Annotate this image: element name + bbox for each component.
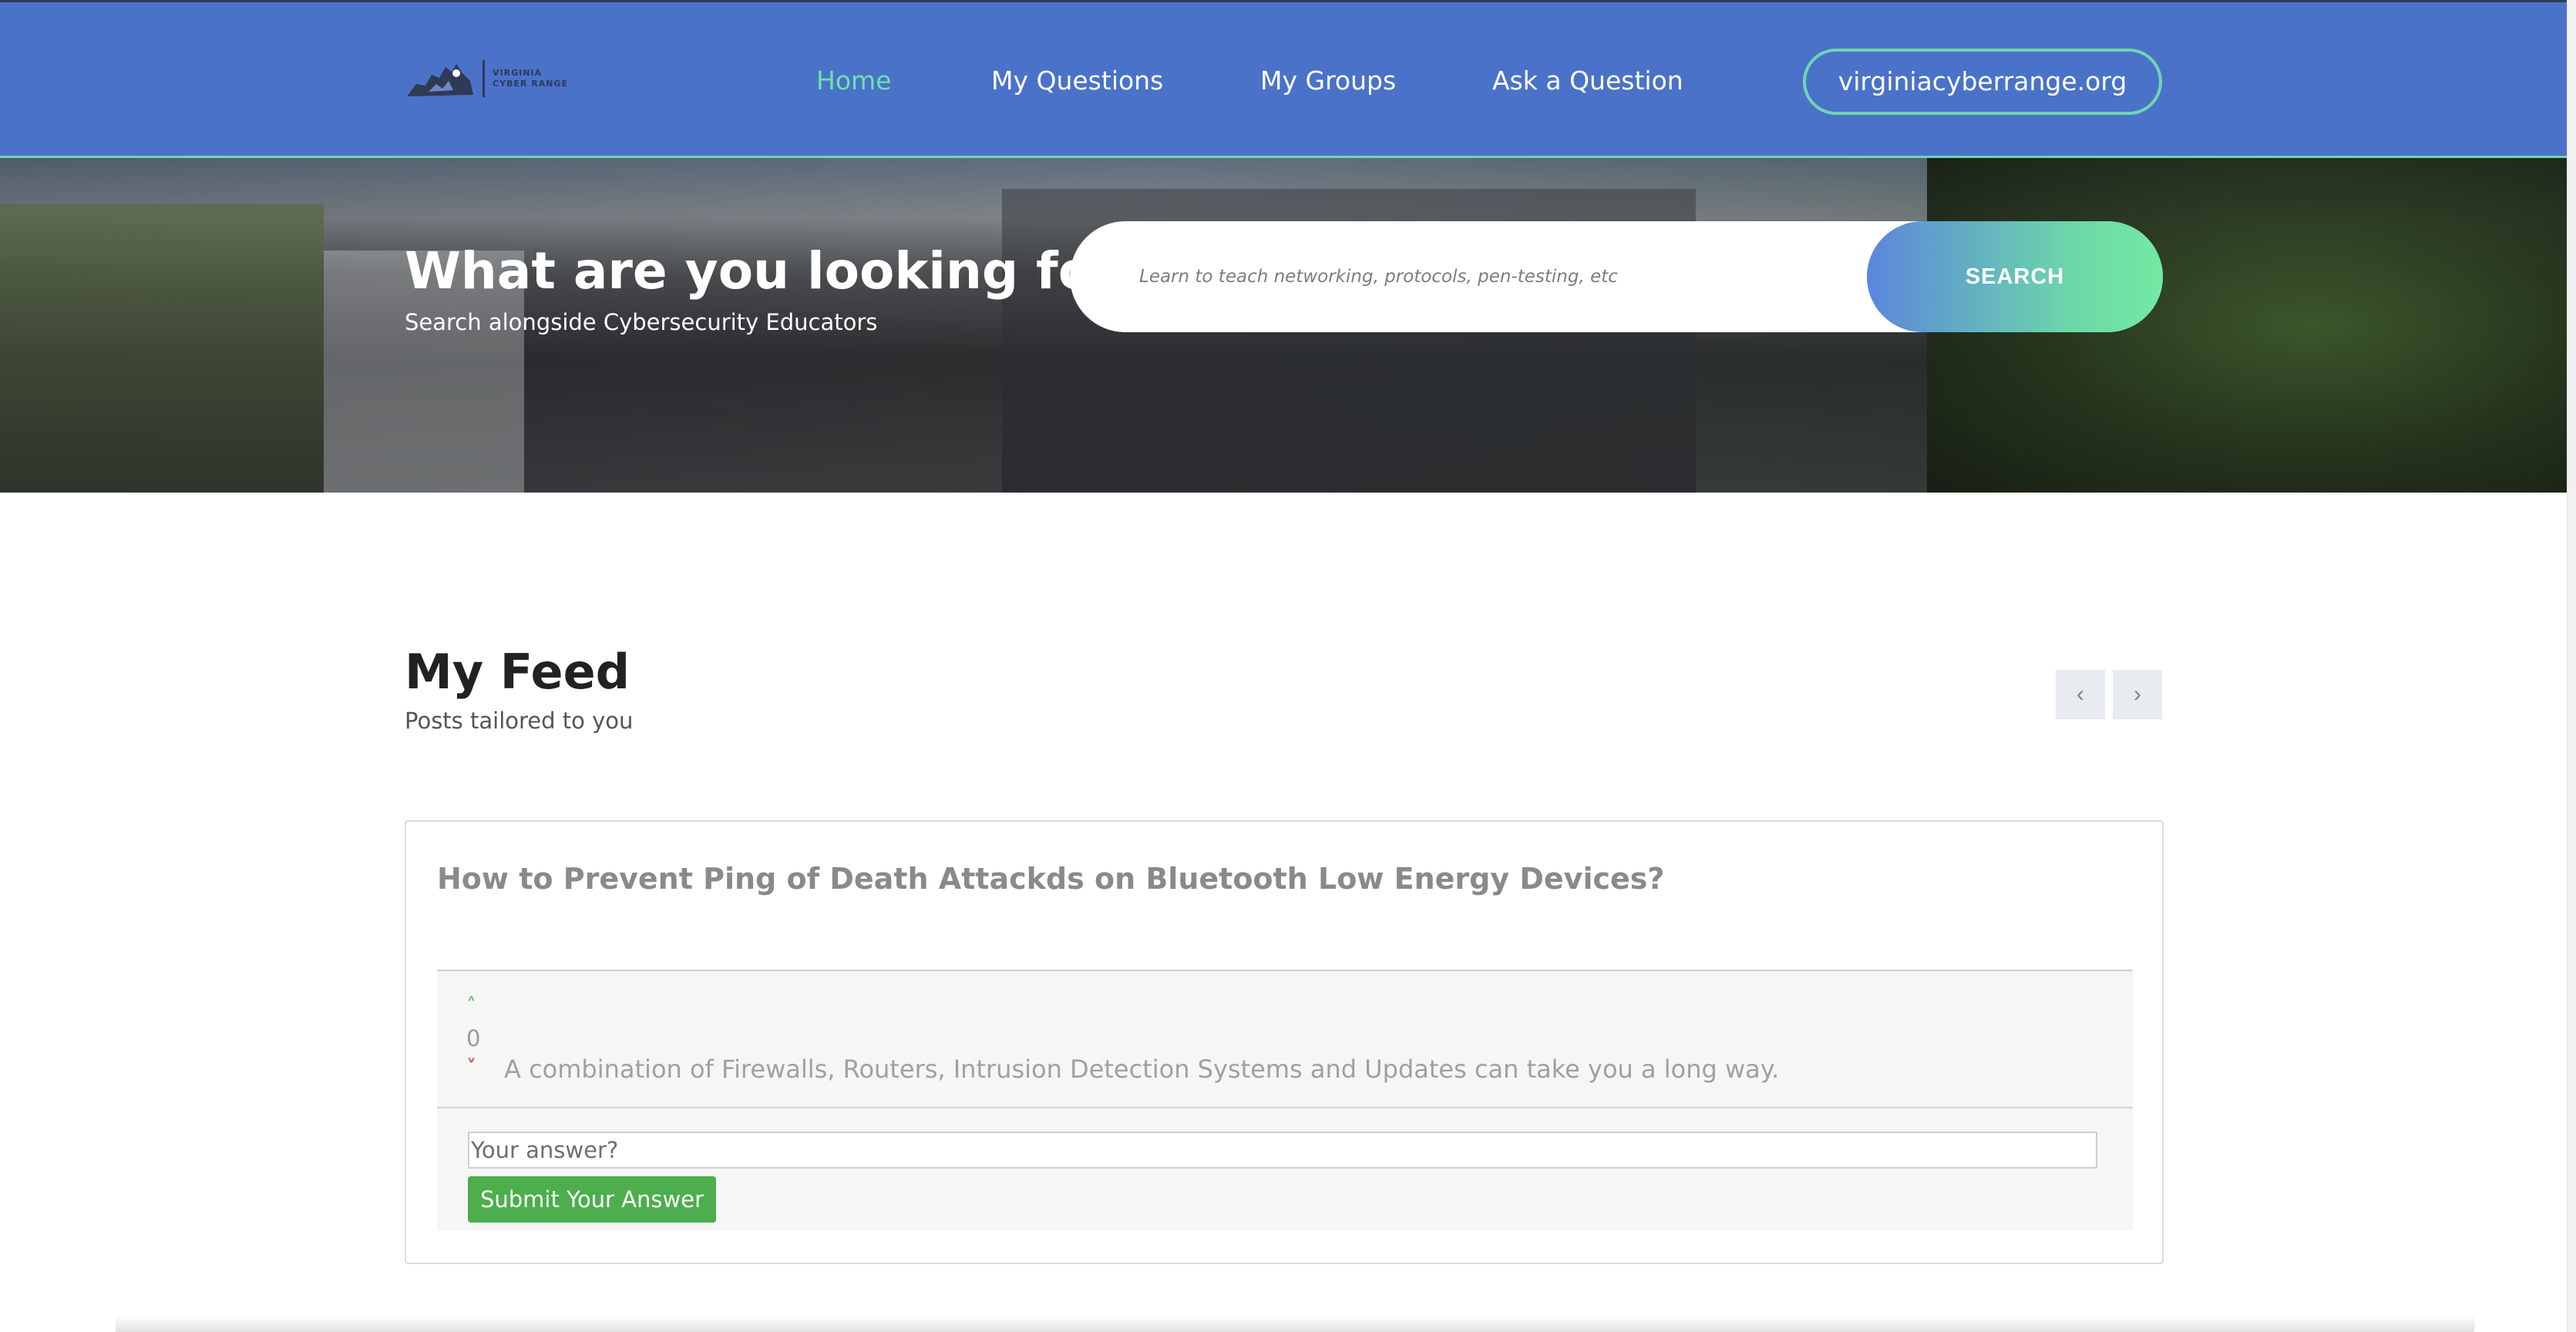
search-button[interactable]: SEARCH xyxy=(1867,221,2163,332)
submit-answer-button[interactable]: Submit Your Answer xyxy=(468,1176,716,1223)
feed-next-button[interactable]: › xyxy=(2113,670,2162,719)
site-link-button[interactable]: virginiacyberrange.org xyxy=(1803,49,2162,115)
hero-subtitle: Search alongside Cybersecurity Educators xyxy=(405,309,878,335)
virginia-state-logo-icon xyxy=(407,64,473,96)
logo-line-1: VIRGINIA xyxy=(493,68,543,78)
feed-post-card: How to Prevent Ping of Death Attackds on… xyxy=(405,820,2164,1264)
post-question-title[interactable]: How to Prevent Ping of Death Attackds on… xyxy=(437,862,1664,896)
page-scrollbar[interactable] xyxy=(2567,0,2576,1332)
feed-subtitle: Posts tailored to you xyxy=(405,708,634,734)
hero-foliage-left xyxy=(0,204,324,493)
top-navbar: VIRGINIA CYBER RANGE Home My Questions M… xyxy=(0,0,2567,158)
logo-text: VIRGINIA CYBER RANGE xyxy=(493,68,568,89)
feed-title: My Feed xyxy=(405,644,631,700)
virginia-cyber-range-logo[interactable]: VIRGINIA CYBER RANGE xyxy=(405,58,575,99)
feed-prev-button[interactable]: ‹ xyxy=(2056,670,2105,719)
nav-ask-a-question[interactable]: Ask a Question xyxy=(1492,62,1683,99)
nav-my-groups[interactable]: My Groups xyxy=(1260,62,1396,99)
chevron-right-icon: › xyxy=(2134,681,2141,707)
hero-title: What are you looking for? xyxy=(405,241,1148,301)
vote-count: 0 xyxy=(466,1025,481,1051)
next-card-edge xyxy=(116,1315,2474,1332)
search-input[interactable] xyxy=(1139,255,1833,298)
logo-separator xyxy=(483,60,485,97)
nav-my-questions[interactable]: My Questions xyxy=(991,62,1163,99)
chevron-left-icon: ‹ xyxy=(2077,681,2084,707)
logo-line-2: CYBER RANGE xyxy=(493,79,568,89)
answer-text: A combination of Firewalls, Routers, Int… xyxy=(504,1054,1780,1084)
hero-banner: What are you looking for? Search alongsi… xyxy=(0,158,2567,493)
nav-home[interactable]: Home xyxy=(816,62,891,99)
answer-divider xyxy=(437,1107,2133,1108)
answer-section: ˄ 0 ˅ A combination of Firewalls, Router… xyxy=(437,970,2133,1230)
answer-input[interactable] xyxy=(468,1132,2097,1169)
downvote-icon[interactable]: ˅ xyxy=(466,1056,476,1079)
search-box: SEARCH xyxy=(1070,221,2163,332)
upvote-icon[interactable]: ˄ xyxy=(466,994,476,1018)
